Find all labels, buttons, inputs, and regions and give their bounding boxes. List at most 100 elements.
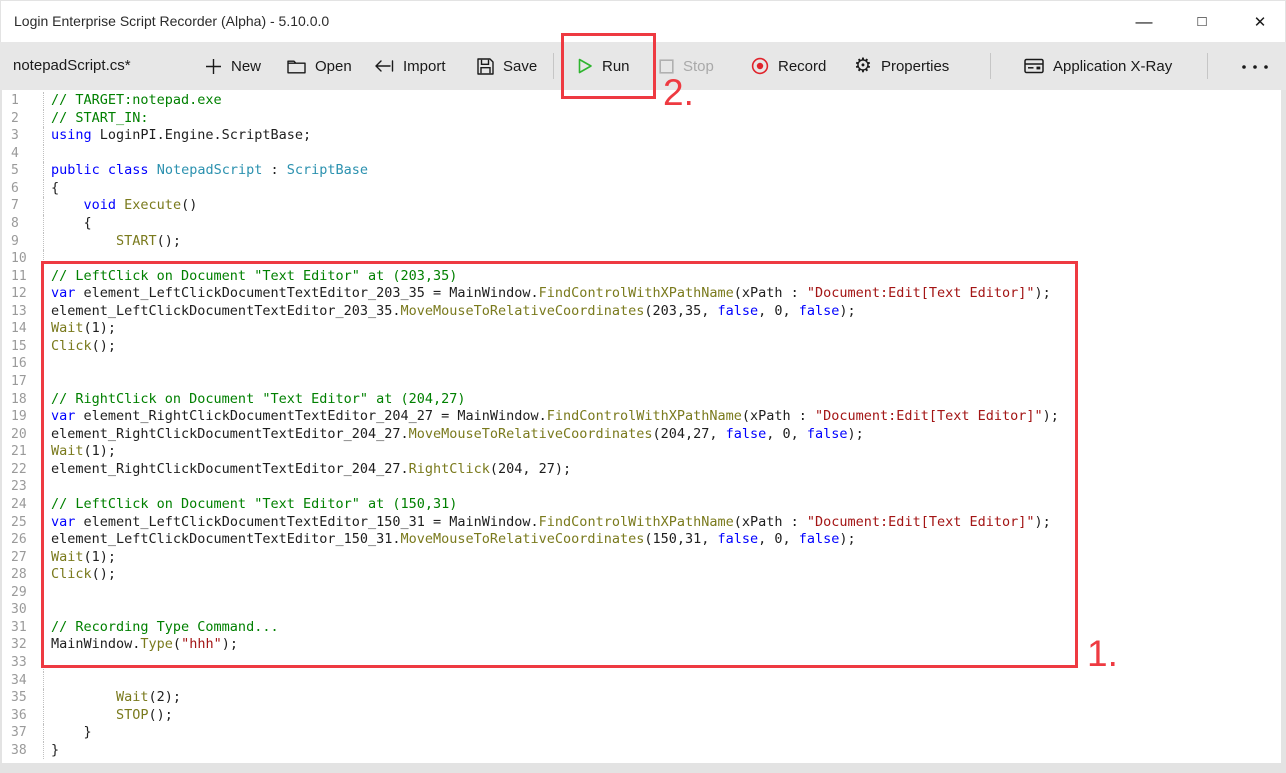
code-line[interactable]: 18// RightClick on Document "Text Editor… <box>2 391 1281 409</box>
code-line[interactable]: 11// LeftClick on Document "Text Editor"… <box>2 268 1281 286</box>
code-text <box>44 145 51 163</box>
line-number: 34 <box>2 672 44 690</box>
folder-icon <box>287 59 306 74</box>
line-number: 31 <box>2 619 44 637</box>
line-number: 22 <box>2 461 44 479</box>
open-file-name: notepadScript.cs* <box>13 42 131 90</box>
code-line[interactable]: 22element_RightClickDocumentTextEditor_2… <box>2 461 1281 479</box>
line-number: 5 <box>2 162 44 180</box>
code-line[interactable]: 19var element_RightClickDocumentTextEdit… <box>2 408 1281 426</box>
line-number: 3 <box>2 127 44 145</box>
line-number: 26 <box>2 531 44 549</box>
code-line[interactable]: 23 <box>2 478 1281 496</box>
code-text: { <box>44 215 92 233</box>
code-line[interactable]: 4 <box>2 145 1281 163</box>
line-number: 12 <box>2 285 44 303</box>
line-number: 18 <box>2 391 44 409</box>
code-text: // TARGET:notepad.exe <box>44 92 222 110</box>
line-number: 10 <box>2 250 44 268</box>
minimize-button[interactable]: — <box>1121 1 1167 42</box>
save-button[interactable]: Save <box>477 42 537 90</box>
code-text <box>44 478 51 496</box>
application-xray-button[interactable]: Application X-Ray <box>1024 42 1172 90</box>
annotation-label-1: 1. <box>1087 635 1118 672</box>
code-line[interactable]: 10 <box>2 250 1281 268</box>
line-number: 27 <box>2 549 44 567</box>
application-xray-icon <box>1024 58 1044 74</box>
code-line[interactable]: 26element_LeftClickDocumentTextEditor_15… <box>2 531 1281 549</box>
code-line[interactable]: 15Click(); <box>2 338 1281 356</box>
code-text: var element_LeftClickDocumentTextEditor_… <box>44 285 1051 303</box>
line-number: 4 <box>2 145 44 163</box>
more-options-button[interactable] <box>1240 42 1272 90</box>
code-line[interactable]: 16 <box>2 355 1281 373</box>
record-button[interactable]: Record <box>751 42 826 90</box>
code-text: Click(); <box>44 338 116 356</box>
window-title: Login Enterprise Script Recorder (Alpha)… <box>14 1 329 42</box>
code-line[interactable]: 30 <box>2 601 1281 619</box>
code-text: element_LeftClickDocumentTextEditor_203_… <box>44 303 856 321</box>
code-line[interactable]: 7 void Execute() <box>2 197 1281 215</box>
line-number: 7 <box>2 197 44 215</box>
import-button-label: Import <box>403 58 446 75</box>
code-text <box>44 250 51 268</box>
code-line[interactable]: 3using LoginPI.Engine.ScriptBase; <box>2 127 1281 145</box>
line-number: 11 <box>2 268 44 286</box>
maximize-button[interactable]: □ <box>1179 1 1225 42</box>
code-line[interactable]: 25var element_LeftClickDocumentTextEdito… <box>2 514 1281 532</box>
code-line[interactable]: 28Click(); <box>2 566 1281 584</box>
line-number: 24 <box>2 496 44 514</box>
code-line[interactable]: 13element_LeftClickDocumentTextEditor_20… <box>2 303 1281 321</box>
properties-button[interactable]: ⚙ Properties <box>854 42 949 90</box>
code-text: // LeftClick on Document "Text Editor" a… <box>44 496 457 514</box>
import-button[interactable]: Import <box>374 42 446 90</box>
code-text <box>44 672 51 690</box>
code-text: Wait(2); <box>44 689 181 707</box>
line-number: 38 <box>2 742 44 760</box>
code-text: var element_RightClickDocumentTextEditor… <box>44 408 1059 426</box>
code-line[interactable]: 29 <box>2 584 1281 602</box>
save-floppy-icon <box>477 58 494 75</box>
line-number: 17 <box>2 373 44 391</box>
line-number: 20 <box>2 426 44 444</box>
code-text: } <box>44 724 92 742</box>
run-button[interactable]: Run <box>578 42 630 90</box>
code-line[interactable]: 6{ <box>2 180 1281 198</box>
code-line[interactable]: 2// START_IN: <box>2 110 1281 128</box>
code-text: Wait(1); <box>44 549 116 567</box>
code-line[interactable]: 17 <box>2 373 1281 391</box>
code-line[interactable]: 27Wait(1); <box>2 549 1281 567</box>
code-line[interactable]: 21Wait(1); <box>2 443 1281 461</box>
new-button[interactable]: New <box>205 42 261 90</box>
code-text: Wait(1); <box>44 443 116 461</box>
code-line[interactable]: 20element_RightClickDocumentTextEditor_2… <box>2 426 1281 444</box>
line-number: 33 <box>2 654 44 672</box>
code-line[interactable]: 38} <box>2 742 1281 760</box>
code-text: var element_LeftClickDocumentTextEditor_… <box>44 514 1051 532</box>
line-number: 29 <box>2 584 44 602</box>
code-line[interactable]: 34 <box>2 672 1281 690</box>
code-text: // START_IN: <box>44 110 149 128</box>
code-line[interactable]: 9 START(); <box>2 233 1281 251</box>
code-text: { <box>44 180 59 198</box>
code-text: void Execute() <box>44 197 197 215</box>
code-line[interactable]: 36 STOP(); <box>2 707 1281 725</box>
open-button[interactable]: Open <box>287 42 352 90</box>
code-line[interactable]: 35 Wait(2); <box>2 689 1281 707</box>
line-number: 30 <box>2 601 44 619</box>
code-line[interactable]: 14Wait(1); <box>2 320 1281 338</box>
run-button-label: Run <box>602 58 630 75</box>
new-button-label: New <box>231 58 261 75</box>
code-line[interactable]: 37 } <box>2 724 1281 742</box>
code-text <box>44 584 51 602</box>
code-text: // Recording Type Command... <box>44 619 279 637</box>
close-button[interactable]: ✕ <box>1237 1 1283 42</box>
code-line[interactable]: 8 { <box>2 215 1281 233</box>
line-number: 21 <box>2 443 44 461</box>
code-line[interactable]: 12var element_LeftClickDocumentTextEdito… <box>2 285 1281 303</box>
code-line[interactable]: 5public class NotepadScript : ScriptBase <box>2 162 1281 180</box>
gear-icon: ⚙ <box>854 56 872 76</box>
code-line[interactable]: 24// LeftClick on Document "Text Editor"… <box>2 496 1281 514</box>
code-line[interactable]: 1// TARGET:notepad.exe <box>2 92 1281 110</box>
code-text: element_RightClickDocumentTextEditor_204… <box>44 426 864 444</box>
